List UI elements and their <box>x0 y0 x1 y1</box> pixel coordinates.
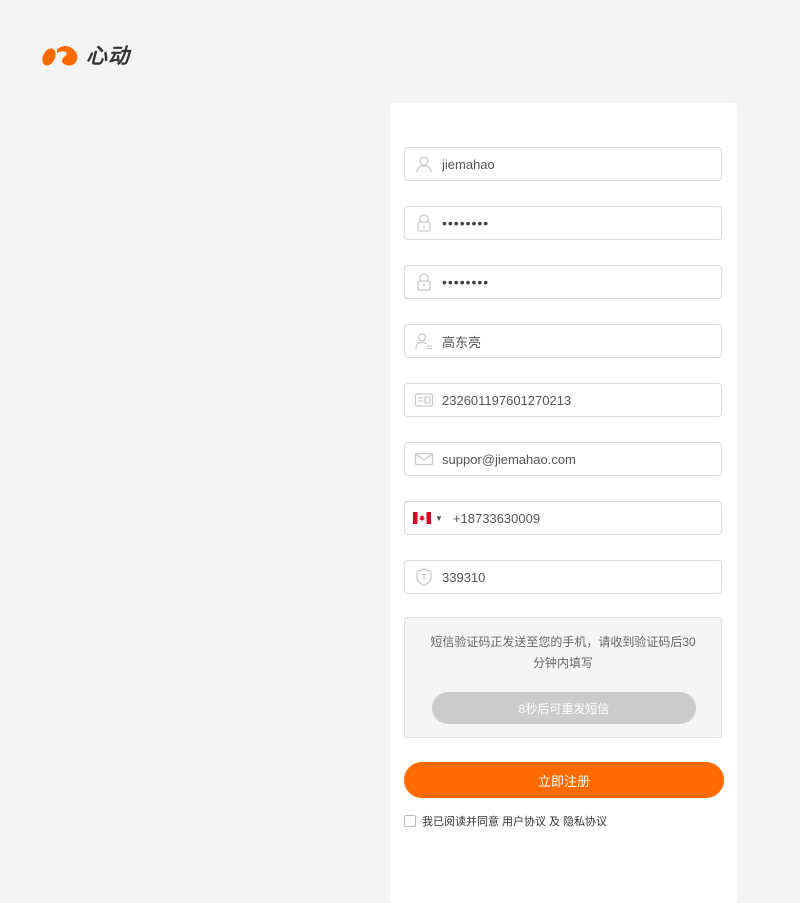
user-id-icon <box>414 331 434 351</box>
agreement-and: 及 <box>549 816 560 828</box>
phone-field[interactable]: ▼ <box>404 501 722 535</box>
canada-flag-icon <box>413 512 431 524</box>
register-button[interactable]: 立即注册 <box>404 762 724 798</box>
username-field[interactable] <box>404 147 722 181</box>
email-field[interactable] <box>404 442 722 476</box>
id-card-icon <box>414 390 434 410</box>
confirm-password-input[interactable] <box>442 267 721 297</box>
brand-logo[interactable]: 心动 <box>40 40 130 70</box>
country-code-selector[interactable]: ▼ <box>413 512 443 524</box>
lock-icon <box>414 272 434 292</box>
chevron-down-icon: ▼ <box>435 513 443 523</box>
email-input[interactable] <box>442 444 721 474</box>
agree-checkbox[interactable] <box>404 815 416 827</box>
user-icon <box>414 154 434 174</box>
confirm-password-field[interactable] <box>404 265 722 299</box>
agreement-row: 我已阅读并同意 用户协议 及 隐私协议 <box>404 813 610 829</box>
mail-icon <box>414 449 434 469</box>
sms-code-input[interactable] <box>442 562 721 592</box>
phone-input[interactable] <box>452 503 721 533</box>
lock-icon <box>414 213 434 233</box>
real-name-field[interactable] <box>404 324 722 358</box>
privacy-agreement-link[interactable]: 隐私协议 <box>563 813 607 829</box>
shield-icon <box>414 567 434 587</box>
real-name-input[interactable] <box>442 326 721 356</box>
username-input[interactable] <box>442 149 721 179</box>
id-number-input[interactable] <box>442 385 721 415</box>
logo-mark-icon <box>42 46 78 66</box>
sms-notice-text: 短信验证码正发送至您的手机，请收到验证码后30分钟内填写 <box>430 635 696 670</box>
password-field[interactable] <box>404 206 722 240</box>
user-agreement-link[interactable]: 用户协议 <box>502 813 546 829</box>
id-number-field[interactable] <box>404 383 722 417</box>
brand-name: 心动 <box>86 44 130 68</box>
register-card: ▼ 短信验证码正发送至您的手机，请收到验证码后30分钟内填写 8秒后可重发短信 … <box>390 103 737 903</box>
sms-code-field[interactable] <box>404 560 722 594</box>
agreement-prefix: 我已阅读并同意 <box>422 816 499 828</box>
resend-sms-button[interactable]: 8秒后可重发短信 <box>432 692 696 724</box>
sms-notice-panel: 短信验证码正发送至您的手机，请收到验证码后30分钟内填写 8秒后可重发短信 <box>404 617 722 738</box>
password-input[interactable] <box>442 208 721 238</box>
